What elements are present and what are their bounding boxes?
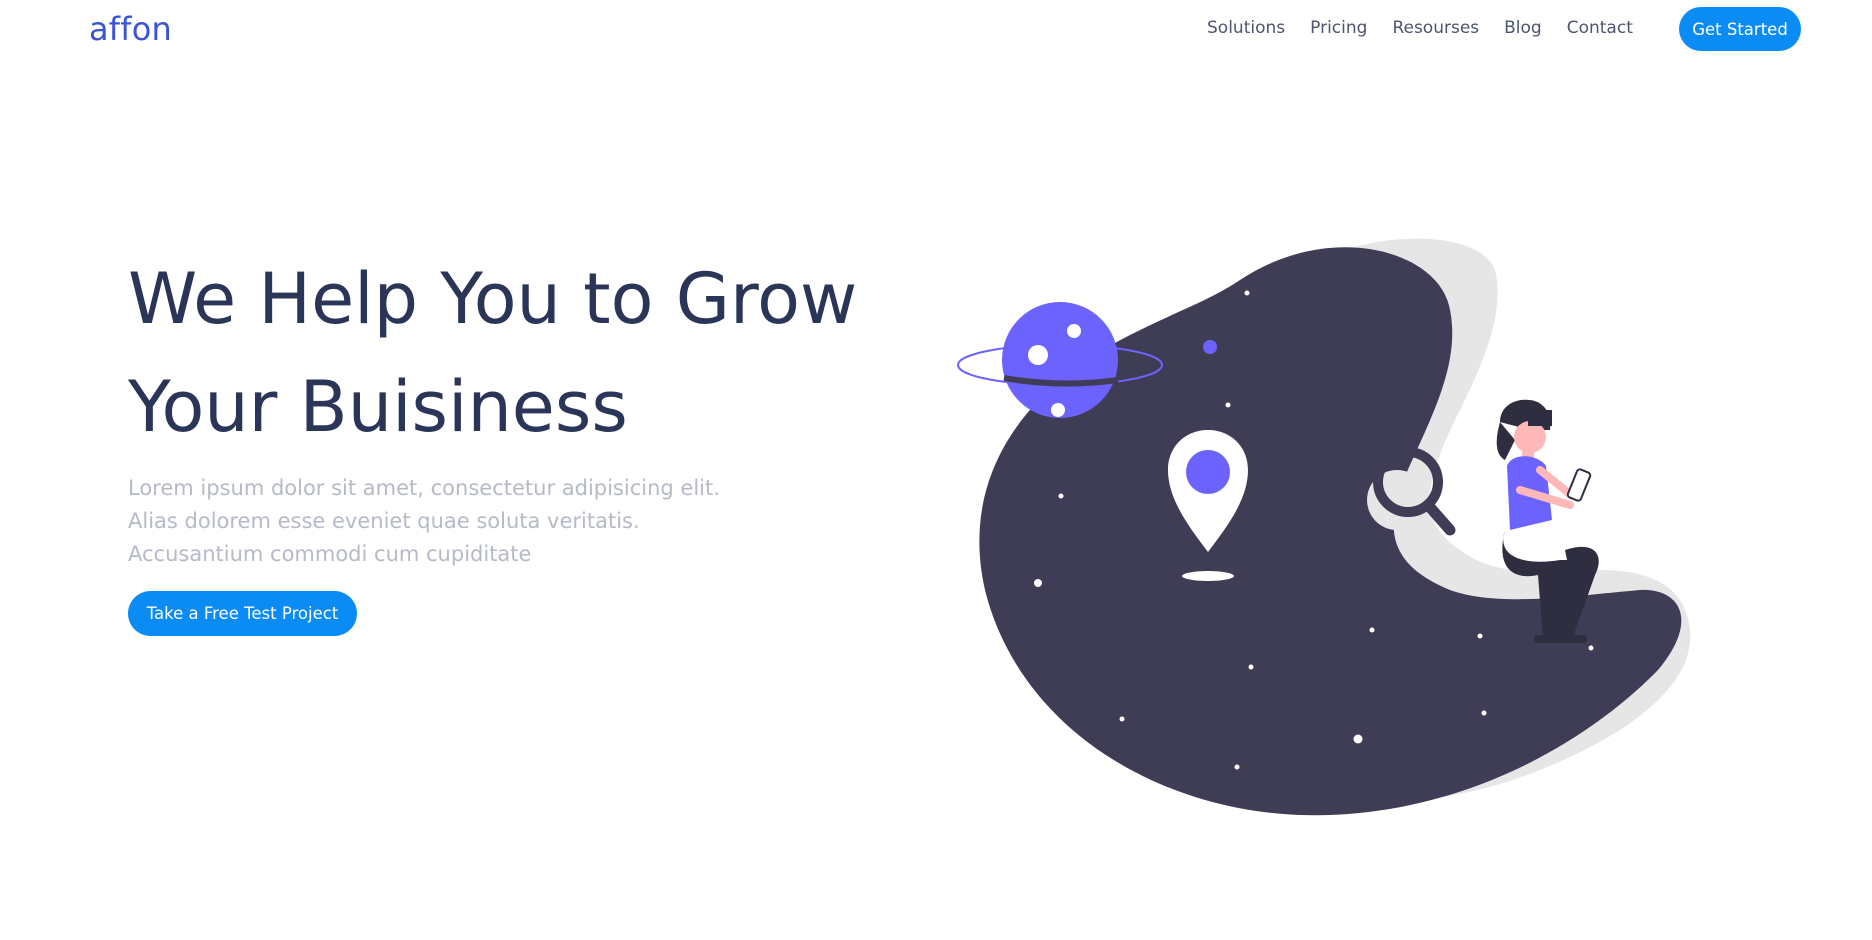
- get-started-button[interactable]: Get Started: [1679, 7, 1801, 51]
- nav-item-resources[interactable]: Resourses: [1392, 18, 1479, 38]
- hero-illustration: [957, 238, 1691, 816]
- hero-description: Lorem ipsum dolor sit amet, consectetur …: [128, 476, 720, 566]
- landing-page: affon Solutions Pricing Resourses Blog C…: [0, 0, 1872, 940]
- main-nav: Solutions Pricing Resourses Blog Contact: [1207, 18, 1633, 38]
- brand-logo[interactable]: affon: [89, 10, 172, 48]
- hero-title-line-1: We Help You to Grow: [128, 258, 858, 340]
- nav-item-solutions[interactable]: Solutions: [1207, 18, 1285, 38]
- purple-dot: [1203, 340, 1217, 354]
- nav-item-contact[interactable]: Contact: [1567, 18, 1633, 38]
- nav-item-blog[interactable]: Blog: [1504, 18, 1542, 38]
- hero-title: We Help You to Grow Your Buisiness: [128, 245, 908, 461]
- nav-item-pricing[interactable]: Pricing: [1310, 18, 1367, 38]
- free-test-project-button[interactable]: Take a Free Test Project: [128, 591, 357, 636]
- hero-title-line-2: Your Buisiness: [128, 366, 628, 448]
